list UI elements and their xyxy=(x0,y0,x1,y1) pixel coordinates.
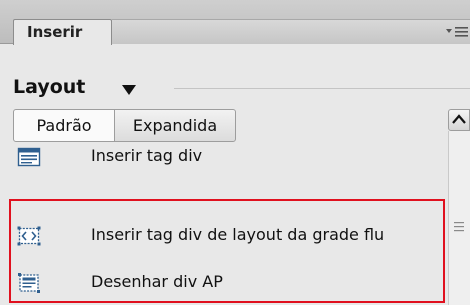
list-item-insert-div[interactable]: Inserir tag div xyxy=(0,136,445,178)
view-standard-label: Padrão xyxy=(36,116,92,135)
category-dropdown[interactable]: Layout xyxy=(13,76,85,98)
category-divider xyxy=(174,88,470,89)
panel-tab-strip: Inserir xyxy=(0,0,470,45)
view-expanded-label: Expandida xyxy=(132,116,218,135)
scrollbar-track[interactable] xyxy=(448,131,470,305)
panel-options-icon[interactable] xyxy=(444,24,470,40)
list-item-label: Desenhar div AP xyxy=(91,272,223,291)
ap-div-icon xyxy=(17,272,41,294)
triangle-down-icon[interactable] xyxy=(121,81,137,95)
tab-label: Inserir xyxy=(27,23,83,41)
list-item-insert-fluid-grid-div[interactable]: Inserir tag div de layout da grade flu xyxy=(0,215,445,257)
category-label: Layout xyxy=(13,76,86,98)
div-tag-icon xyxy=(17,146,41,168)
list-item-label: Inserir tag div de layout da grade flu xyxy=(91,225,385,244)
chevron-up-icon xyxy=(452,114,466,124)
scroll-up-button[interactable] xyxy=(448,109,470,131)
fluid-grid-div-icon xyxy=(17,225,41,247)
tab-inserir[interactable]: Inserir xyxy=(13,19,112,45)
list-item-label: Inserir tag div xyxy=(91,146,203,165)
list-item-draw-ap-div[interactable]: Desenhar div AP xyxy=(0,262,445,304)
scrollbar-grip-icon[interactable] xyxy=(451,219,470,233)
tab-strip-background xyxy=(112,19,470,44)
